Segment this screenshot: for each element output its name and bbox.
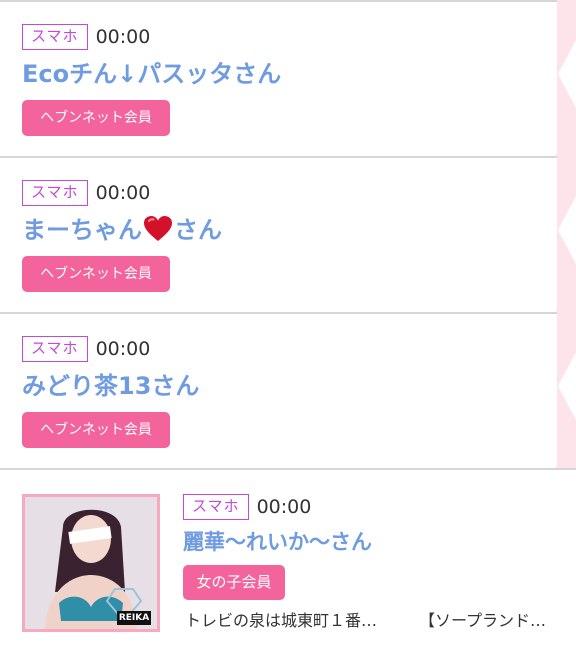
visitor-name-part: まーちゃん <box>22 216 142 244</box>
shop-location: トレビの泉は城東町１番… <box>185 611 378 630</box>
girl-name-link[interactable]: 麗華〜れいか〜さん <box>183 528 372 556</box>
girl-photo[interactable]: REIKA <box>22 494 160 632</box>
member-badge: ヘブンネット会員 <box>22 412 170 448</box>
device-badge: スマホ <box>22 24 88 50</box>
deco-chevron <box>558 352 576 420</box>
visitor-name-link[interactable]: みどり茶13さん <box>22 370 199 402</box>
member-badge: ヘブンネット会員 <box>22 256 170 292</box>
device-badge: スマホ <box>183 494 249 520</box>
visit-time: 00:00 <box>256 496 312 518</box>
deco-chevron <box>558 196 576 264</box>
device-badge: スマホ <box>22 336 88 362</box>
girl-member-badge: 女の子会員 <box>183 565 285 600</box>
visit-meta: スマホ 00:00 <box>183 494 311 520</box>
visit-meta: スマホ 00:00 <box>22 24 150 50</box>
visitor-name-part: さん <box>174 216 222 244</box>
thumb-label: REIKA <box>117 611 151 625</box>
visitor-list-item[interactable]: スマホ 00:00 まーちゃん さん ヘブンネット会員 <box>0 156 557 310</box>
shop-info: トレビの泉は城東町１番… 【ソープランド… <box>185 607 546 631</box>
shop-category: 【ソープランド… <box>419 611 547 630</box>
visitor-name-link[interactable]: まーちゃん さん <box>22 214 222 251</box>
visit-time: 00:00 <box>95 182 151 204</box>
visit-meta: スマホ 00:00 <box>22 180 150 206</box>
visitor-list-item[interactable]: スマホ 00:00 Ecoチん↓パスッタさん ヘブンネット会員 <box>0 0 557 154</box>
deco-chevron <box>558 40 576 108</box>
visit-time: 00:00 <box>95 338 151 360</box>
visit-meta: スマホ 00:00 <box>22 336 150 362</box>
device-badge: スマホ <box>22 180 88 206</box>
side-decoration <box>556 0 576 470</box>
member-badge: ヘブンネット会員 <box>22 100 170 136</box>
girl-photo-illustration <box>25 497 157 629</box>
red-heart-icon <box>143 215 173 251</box>
visitor-list-item[interactable]: スマホ 00:00 みどり茶13さん ヘブンネット会員 <box>0 312 557 466</box>
visit-time: 00:00 <box>95 26 151 48</box>
featured-girl-item[interactable]: REIKA スマホ 00:00 麗華〜れいか〜さん 女の子会員 トレビの泉は城東… <box>0 468 576 654</box>
visitor-name-link[interactable]: Ecoチん↓パスッタさん <box>22 58 281 90</box>
